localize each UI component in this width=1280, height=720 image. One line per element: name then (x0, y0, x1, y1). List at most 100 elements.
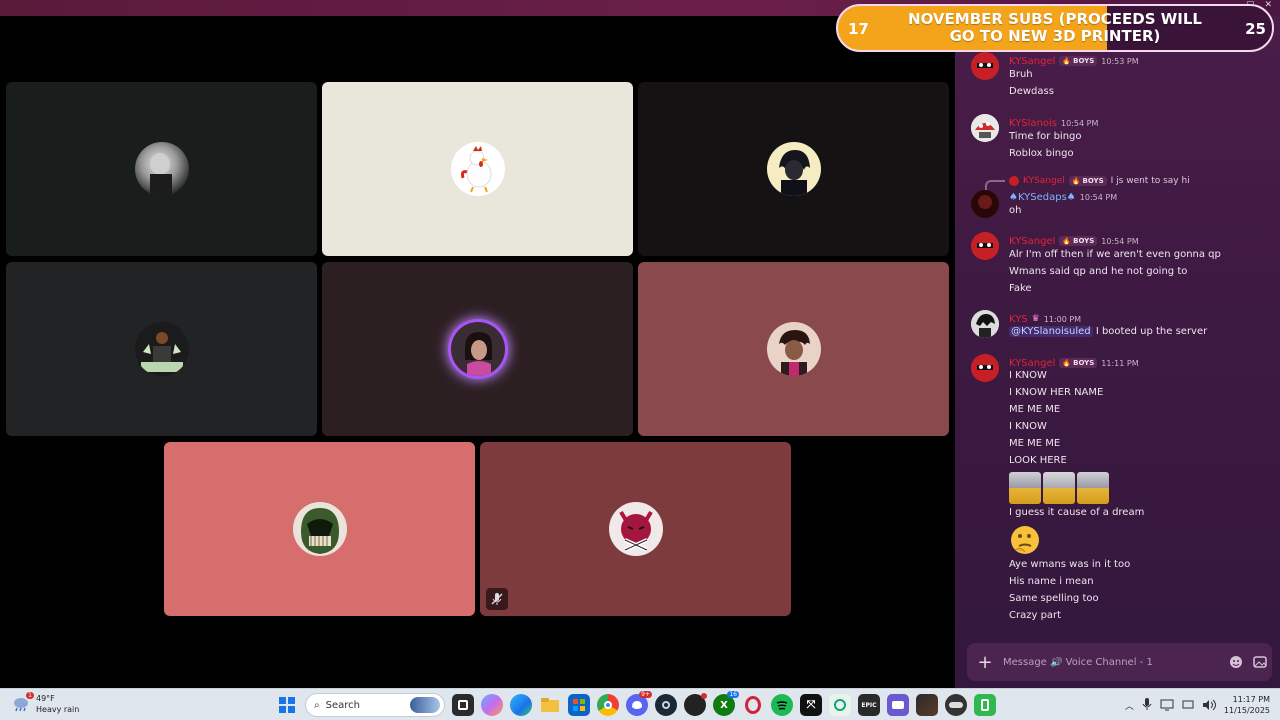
attachment-image[interactable] (1043, 472, 1075, 504)
upload-image-button[interactable] (1248, 655, 1272, 669)
user-avatar[interactable] (971, 114, 999, 142)
network-icon[interactable] (1182, 696, 1194, 715)
windows-start-icon[interactable] (276, 694, 298, 716)
xbox-notification-badge: 16 (727, 691, 739, 698)
weather-temperature: 49°F (36, 694, 55, 703)
taskbar-search[interactable]: ⌕ Search (305, 693, 445, 717)
user-avatar[interactable] (971, 190, 999, 218)
taskbar-clock[interactable]: 11:17 PM 11/15/2025 (1224, 694, 1270, 716)
user-avatar[interactable] (971, 310, 999, 338)
epic-games-icon[interactable]: EPIC (858, 694, 880, 716)
display-icon[interactable] (1160, 696, 1174, 715)
app-icon[interactable] (916, 694, 938, 716)
username[interactable]: ♠KYSedaps♠ (1009, 192, 1076, 203)
steam-icon[interactable] (655, 694, 677, 716)
role-tag: 🔥 BOYS (1059, 358, 1098, 368)
microphone-icon[interactable] (1142, 696, 1152, 715)
file-explorer-icon[interactable] (539, 694, 561, 716)
message-text: Wmans said qp and he not going to (1009, 266, 1188, 277)
reply-username[interactable]: KYSangel (1023, 176, 1065, 186)
image-attachments (1009, 472, 1109, 504)
user-avatar[interactable] (971, 354, 999, 382)
image-icon (1253, 656, 1267, 668)
participant-tile-7[interactable] (164, 442, 475, 616)
emoji-picker-button[interactable] (1224, 655, 1248, 669)
person-icon (778, 150, 810, 196)
windows-taskbar: 1 49°F Heavy rain ⌕ Search 9+ X 16 ⤧ EPI… (0, 688, 1280, 720)
participant-avatar (766, 322, 821, 376)
message-input[interactable] (1003, 656, 1224, 668)
participant-tile-4[interactable] (6, 262, 317, 436)
search-icon: ⌕ (314, 699, 320, 711)
weather-icon: 1 (12, 692, 34, 713)
participant-tile-2[interactable] (322, 82, 633, 256)
opera-browser-icon[interactable] (742, 694, 764, 716)
message-header: KYSangel 🔥 BOYS 10:54 PM (1009, 234, 1139, 248)
monster-icon (300, 508, 339, 554)
add-attachment-button[interactable]: + (967, 652, 1003, 673)
participant-avatar-speaking (450, 322, 505, 376)
participant-tile-1[interactable] (6, 82, 317, 256)
user-avatar[interactable] (971, 52, 999, 80)
weather-widget[interactable]: 1 49°F Heavy rain (12, 692, 79, 715)
username[interactable]: KYSangel (1009, 358, 1055, 369)
participant-tile-6[interactable] (638, 262, 949, 436)
username[interactable]: KYS (1009, 314, 1028, 325)
task-view-icon[interactable] (452, 694, 474, 716)
timestamp: 11:00 PM (1043, 314, 1082, 324)
person-icon (149, 153, 172, 196)
username[interactable]: KYSangel (1009, 236, 1055, 247)
user-mention[interactable]: @KYSlanoisuled (1009, 326, 1093, 337)
message-text: ME ME ME (1009, 438, 1061, 449)
message-header: KYSangel 🔥 BOYS 10:53 PM (1009, 54, 1139, 68)
copilot-icon[interactable] (481, 694, 503, 716)
message-header: KYSlanois 10:54 PM (1009, 116, 1098, 130)
username[interactable]: KYSlanois (1009, 118, 1057, 129)
chrome-browser-icon[interactable] (597, 694, 619, 716)
attachment-image[interactable] (1009, 472, 1041, 504)
capcut-icon[interactable]: ⤧ (800, 694, 822, 716)
timestamp: 10:54 PM (1061, 118, 1099, 128)
github-icon[interactable] (684, 693, 707, 716)
chevron-up-icon[interactable]: ︿ (1125, 699, 1134, 712)
clock-date: 11/15/2025 (1223, 706, 1270, 715)
message-header: KYSangel 🔥 BOYS 11:11 PM (1009, 356, 1139, 370)
participant-avatar (292, 502, 347, 556)
media-app-icon[interactable] (945, 694, 967, 716)
sub-count-goal: 25 (1245, 20, 1266, 38)
person-icon (464, 332, 492, 376)
message-text: oh (1009, 205, 1022, 216)
message-header: ♠KYSedaps♠ 10:54 PM (1009, 190, 1117, 204)
search-highlight-icon (410, 697, 440, 713)
user-avatar[interactable] (971, 232, 999, 260)
reply-preview[interactable]: KYSangel 🔥 BOYS I js went to say hi (1009, 174, 1190, 187)
message-text: I KNOW (1009, 370, 1047, 381)
chatgpt-icon[interactable] (829, 694, 851, 716)
role-tag: 🔥 BOYS (1059, 56, 1098, 66)
reply-connector (985, 180, 1005, 190)
search-label: Search (325, 699, 360, 711)
green-app-icon[interactable] (974, 694, 996, 716)
emoji-icon (1230, 656, 1242, 668)
message-text: Dewdass (1009, 86, 1054, 97)
timestamp: 11:11 PM (1101, 358, 1139, 368)
flame-icon: 🔥 (1062, 57, 1072, 65)
xbox-icon[interactable]: X 16 (713, 691, 739, 716)
participant-tile-3[interactable] (638, 82, 949, 256)
microsoft-store-icon[interactable] (568, 694, 590, 716)
reply-text: I js went to say hi (1110, 175, 1190, 186)
reply-avatar-icon (1009, 175, 1019, 186)
username[interactable]: KYSangel (1009, 56, 1055, 67)
spotify-icon[interactable] (771, 694, 793, 716)
discord-notification-badge: 9+ (639, 691, 652, 698)
message-text: Time for bingo (1009, 131, 1082, 142)
attachment-image[interactable] (1077, 472, 1109, 504)
message-text: Fake (1009, 283, 1032, 294)
timestamp: 10:53 PM (1101, 56, 1139, 66)
obs-chat-icon[interactable] (887, 694, 909, 716)
discord-icon[interactable]: 9+ (626, 691, 652, 716)
participant-tile-5[interactable] (322, 262, 633, 436)
edge-browser-icon[interactable] (510, 694, 532, 716)
volume-icon[interactable] (1202, 696, 1216, 715)
participant-tile-8[interactable] (480, 442, 791, 616)
